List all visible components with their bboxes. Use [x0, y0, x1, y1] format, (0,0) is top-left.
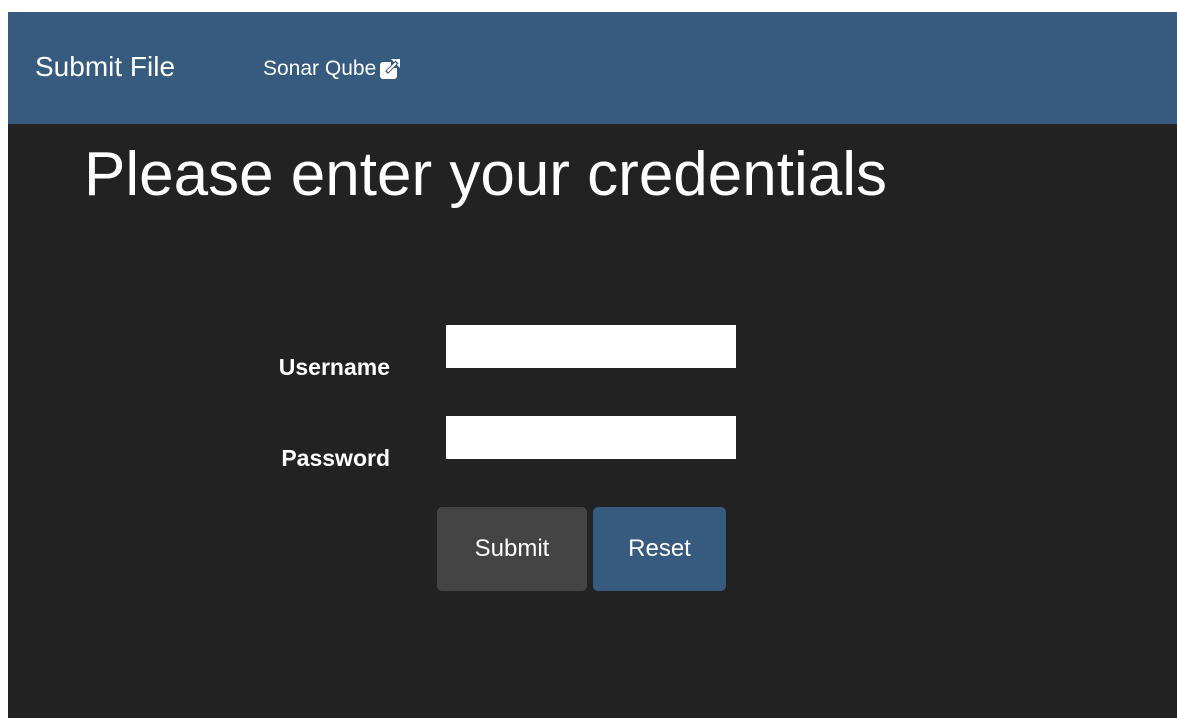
page-title: Please enter your credentials	[84, 140, 888, 209]
nav-link-sonar-qube[interactable]: Sonar Qube	[263, 54, 402, 84]
brand-link[interactable]: Submit File	[35, 48, 175, 86]
username-label: Username	[278, 354, 390, 380]
username-input[interactable]	[446, 325, 736, 368]
password-label: Password	[281, 445, 390, 471]
password-input[interactable]	[446, 416, 736, 459]
nav-link-label: Sonar Qube	[263, 57, 377, 80]
navbar: Submit File Sonar Qube	[8, 12, 1177, 124]
submit-button[interactable]: Submit	[437, 507, 587, 591]
external-link-icon	[379, 58, 402, 80]
reset-button[interactable]: Reset	[593, 507, 726, 591]
app-window: Submit File Sonar Qube Please enter your…	[8, 12, 1177, 718]
